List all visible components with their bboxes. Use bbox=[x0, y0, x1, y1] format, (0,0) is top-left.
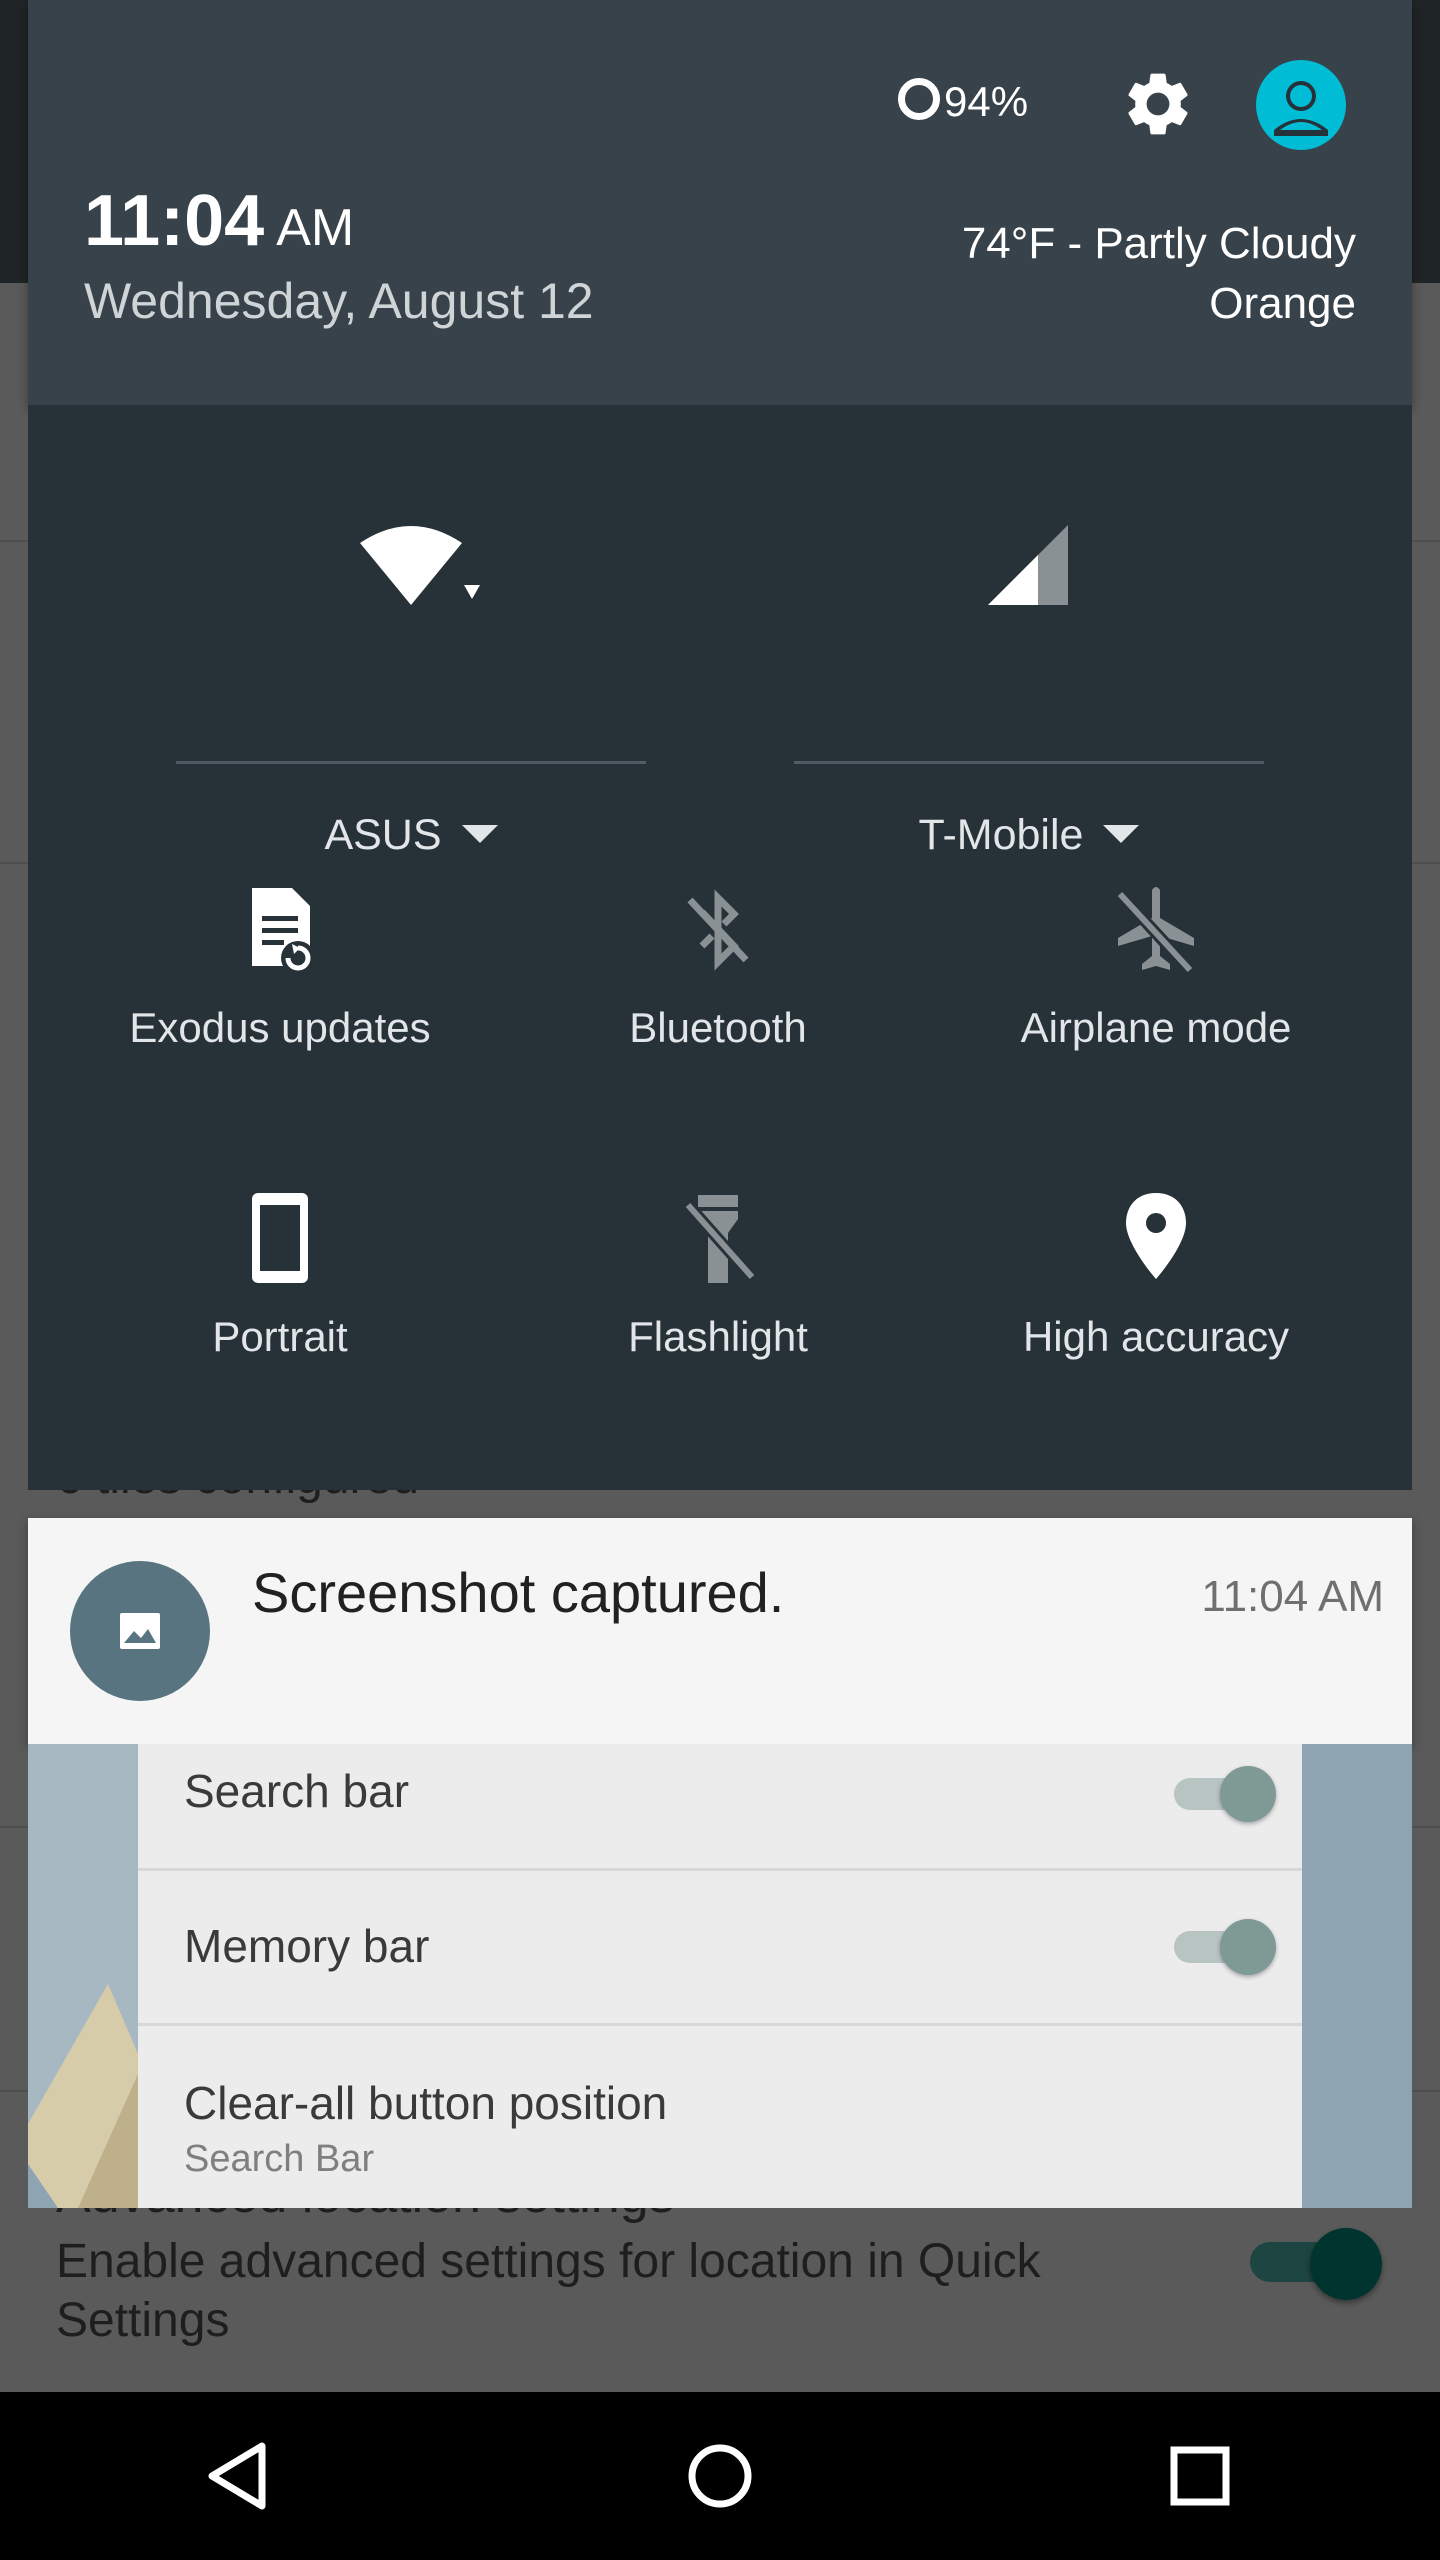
background-setting-toggle[interactable] bbox=[1250, 2228, 1382, 2300]
bluetooth-off-icon bbox=[668, 880, 768, 980]
preview-row-label: Memory bar bbox=[184, 1920, 430, 1972]
settings-gear-icon[interactable] bbox=[1120, 66, 1196, 142]
chevron-down-icon bbox=[461, 824, 498, 843]
tile-label: Bluetooth bbox=[629, 1004, 807, 1051]
user-avatar-icon[interactable] bbox=[1256, 60, 1346, 150]
background-setting-summary: Enable advanced settings for location in… bbox=[56, 2235, 1041, 2347]
tile-label: Exodus updates bbox=[129, 1004, 431, 1051]
wifi-tile-divider bbox=[176, 761, 646, 764]
image-icon bbox=[70, 1561, 210, 1701]
weather[interactable]: 74°F - Partly Cloudy Orange bbox=[962, 214, 1356, 334]
toggle-thumb bbox=[1310, 2228, 1382, 2300]
flashlight-off-icon bbox=[668, 1189, 768, 1289]
navigation-bar bbox=[0, 2392, 1440, 2560]
tile-flashlight[interactable]: Flashlight bbox=[498, 1189, 938, 1409]
airplane-off-icon bbox=[1106, 880, 1206, 980]
preview-row-summary: Search Bar bbox=[184, 2138, 375, 2180]
cellular-signal-icon bbox=[794, 515, 1264, 655]
cellular-tile-divider bbox=[794, 761, 1264, 764]
carrier-name: T-Mobile bbox=[918, 811, 1084, 859]
location-icon bbox=[1106, 1189, 1206, 1289]
clock[interactable]: 11:04 AM bbox=[84, 180, 354, 262]
tile-bluetooth[interactable]: Bluetooth bbox=[498, 880, 938, 1100]
cellular-tile[interactable]: T-Mobile bbox=[794, 515, 1264, 875]
wallpaper-shapes bbox=[28, 1744, 138, 2208]
preview-row-label: Clear-all button position bbox=[184, 2077, 668, 2129]
tile-airplane-mode[interactable]: Airplane mode bbox=[936, 880, 1376, 1100]
notification-time: 11:04 AM bbox=[1201, 1572, 1384, 1621]
preview-toggle bbox=[1174, 1762, 1284, 1822]
screenshot-preview[interactable]: Search bar Memory bar Clear-all button p… bbox=[28, 1744, 1412, 2208]
portrait-icon bbox=[230, 1189, 330, 1289]
tile-portrait[interactable]: Portrait bbox=[60, 1189, 500, 1409]
weather-conditions: 74°F - Partly Cloudy bbox=[961, 219, 1356, 268]
notification-title: Screenshot captured. bbox=[252, 1561, 785, 1624]
tile-exodus-updates[interactable]: Exodus updates bbox=[60, 880, 500, 1100]
chevron-down-icon bbox=[1103, 824, 1140, 843]
preview-row-memory-bar: Memory bar bbox=[138, 1871, 1302, 2026]
preview-toggle bbox=[1174, 1915, 1284, 1975]
wifi-icon bbox=[176, 515, 646, 655]
quick-settings-panel: ASUS T-Mobile Exodus updates Bluetooth A… bbox=[28, 405, 1412, 1490]
wifi-network-name: ASUS bbox=[324, 811, 442, 859]
shade-header: 94% 11:04 AM Wednesday, August 12 74°F - … bbox=[28, 0, 1412, 405]
clock-ampm: AM bbox=[276, 199, 355, 257]
date[interactable]: Wednesday, August 12 bbox=[84, 272, 594, 330]
clock-time: 11:04 bbox=[84, 181, 265, 261]
tile-label: High accuracy bbox=[1022, 1313, 1290, 1360]
battery-icon bbox=[898, 78, 940, 120]
screenshot-notification[interactable]: Screenshot captured. 11:04 AM bbox=[28, 1518, 1412, 1744]
cellular-tile-label[interactable]: T-Mobile bbox=[794, 811, 1264, 860]
preview-row-label: Search bar bbox=[184, 1765, 410, 1817]
tile-label: Flashlight bbox=[628, 1313, 808, 1360]
wifi-tile[interactable]: ASUS bbox=[176, 515, 646, 875]
wifi-tile-label[interactable]: ASUS bbox=[176, 811, 646, 860]
exodus-updates-icon bbox=[230, 880, 330, 980]
preview-row-search-bar: Search bar bbox=[138, 1744, 1302, 1871]
back-icon[interactable] bbox=[190, 2426, 290, 2526]
preview-row-clear-all: Clear-all button position Search Bar bbox=[138, 2026, 1302, 2208]
recents-icon[interactable] bbox=[1150, 2426, 1250, 2526]
preview-settings-card: Search bar Memory bar Clear-all button p… bbox=[138, 1744, 1302, 2208]
tile-location[interactable]: High accuracy bbox=[936, 1189, 1376, 1409]
home-icon[interactable] bbox=[670, 2426, 770, 2526]
tile-label: Portrait bbox=[212, 1313, 348, 1360]
tile-label: Airplane mode bbox=[1020, 1004, 1292, 1051]
battery-percentage: 94% bbox=[944, 78, 1029, 125]
weather-location: Orange bbox=[1209, 279, 1356, 328]
